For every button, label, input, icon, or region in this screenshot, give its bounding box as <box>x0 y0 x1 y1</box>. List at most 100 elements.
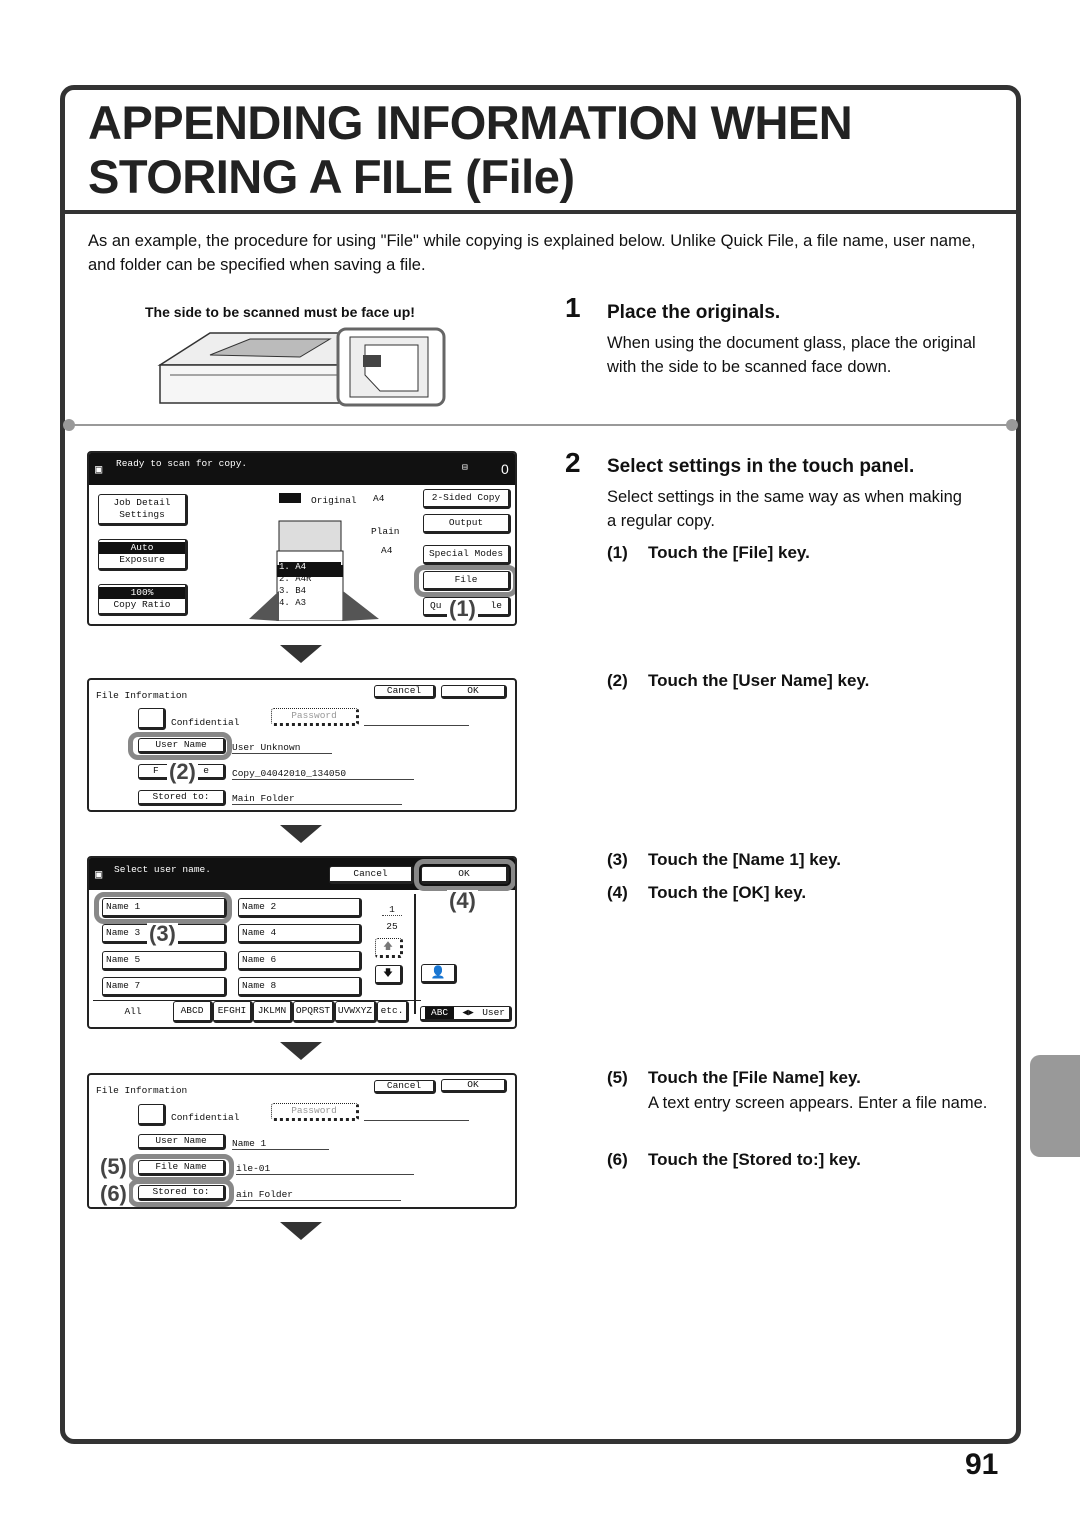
exposure-button[interactable]: Auto Exposure <box>98 539 188 571</box>
highlight-ring <box>94 892 232 924</box>
button-label: Job Detail Settings <box>113 497 171 520</box>
button-label: F <box>153 765 159 777</box>
confidential-checkbox[interactable] <box>138 1104 166 1126</box>
highlight-ring <box>128 732 232 760</box>
substep-text: Touch the [File Name] key. <box>648 1068 861 1087</box>
substep-body: A text entry screen appears. Enter a fil… <box>648 1094 988 1112</box>
name-button[interactable]: Name 4 <box>238 924 362 944</box>
tab-label: EFGHI <box>217 1005 247 1017</box>
name-button[interactable]: Name 6 <box>238 951 362 971</box>
ok-button[interactable]: OK <box>441 685 507 699</box>
button-label: Stored to: <box>152 791 210 803</box>
tab-label: etc. <box>380 1005 404 1017</box>
user-name-button[interactable]: User Name <box>138 1134 226 1150</box>
step-number: 1 <box>565 292 581 323</box>
tray-item[interactable]: 2. A4R <box>279 574 341 586</box>
button-label: User Name <box>155 1135 207 1147</box>
folder-value: Main Folder <box>232 793 402 805</box>
scroll-down-button[interactable]: 🡇 <box>375 965 403 985</box>
copy-touch-panel: ▣ Ready to scan for copy. ⊟ 0 Job Detail… <box>87 451 517 626</box>
button-label: Password <box>291 1105 337 1117</box>
button-label: OK <box>467 685 479 697</box>
job-detail-settings-button[interactable]: Job Detail Settings <box>98 494 188 526</box>
file-name-value: Copy_04042010_134050 <box>232 768 414 780</box>
step-title: Select settings in the touch panel. <box>607 456 915 477</box>
exposure-label: Exposure <box>119 554 165 565</box>
document-icon: ▣ <box>95 463 103 477</box>
substep-text: Touch the [User Name] key. <box>648 671 870 690</box>
tray-item[interactable]: 1. A4 <box>279 562 341 574</box>
index-tabs: All ABCD EFGHI JKLMN OPQRST UVWXYZ etc. <box>93 1000 421 1024</box>
title-line-2: STORING A FILE (File) <box>88 150 575 203</box>
two-sided-copy-button[interactable]: 2-Sided Copy <box>423 489 511 509</box>
abc-user-toggle[interactable]: ABC ◀▶ User <box>420 1006 512 1022</box>
confidential-label: Confidential <box>171 717 240 728</box>
ok-button[interactable]: OK <box>441 1079 507 1093</box>
substep-number: (5) <box>607 1068 628 1087</box>
password-button[interactable]: Password <box>271 708 359 726</box>
tab-all[interactable]: All <box>93 1001 173 1023</box>
tab-opqrst[interactable]: OPQRST <box>293 1001 335 1023</box>
divider-end-dot <box>63 419 75 431</box>
copy-ratio-button[interactable]: 100% Copy Ratio <box>98 584 188 616</box>
password-button[interactable]: Password <box>271 1103 359 1121</box>
tab-uvwxyz[interactable]: UVWXYZ <box>335 1001 377 1023</box>
stored-to-button[interactable]: Stored to: <box>138 790 226 806</box>
name-button[interactable]: Name 2 <box>238 898 362 918</box>
name-button[interactable]: Name 5 <box>102 951 227 971</box>
button-label: Cancel <box>386 685 422 697</box>
tab-efghi[interactable]: EFGHI <box>213 1001 253 1023</box>
tray-item[interactable]: 4. A3 <box>279 598 341 610</box>
tray-size: A4 <box>295 562 307 572</box>
copy-count: 0 <box>501 461 509 477</box>
user-register-icon[interactable]: 👤 <box>421 964 457 984</box>
chapter-tab <box>1030 1055 1080 1157</box>
special-modes-button[interactable]: Special Modes <box>423 545 511 565</box>
arrow-down-icon <box>280 825 322 843</box>
button-label: Name 4 <box>242 927 277 939</box>
substep-number: (4) <box>607 883 628 902</box>
cancel-button[interactable]: Cancel <box>374 1080 436 1094</box>
name-button[interactable]: Name 8 <box>238 977 362 997</box>
substep-number: (6) <box>607 1150 628 1169</box>
step-body: Select settings in the same way as when … <box>607 488 962 530</box>
tab-abcd[interactable]: ABCD <box>173 1001 213 1023</box>
callout-number: (6) <box>98 1181 129 1206</box>
page-title: APPENDING INFORMATION WHEN STORING A FILE… <box>88 96 853 204</box>
substep-text: Touch the [Stored to:] key. <box>648 1150 861 1169</box>
button-label: Name 5 <box>106 954 141 966</box>
tab-jklmn[interactable]: JKLMN <box>253 1001 293 1023</box>
file-information-panel: File Information Cancel OK Confidential … <box>87 678 517 812</box>
user-name-value: User Unknown <box>232 742 332 754</box>
substep-number: (1) <box>607 543 628 562</box>
highlight-ring <box>414 859 515 891</box>
output-button[interactable]: Output <box>423 514 511 534</box>
scroll-up-button[interactable]: 🡅 <box>375 938 403 958</box>
highlight-ring <box>128 1154 234 1182</box>
button-label: Name 3 <box>106 927 141 939</box>
substep-text: Touch the [OK] key. <box>648 883 807 902</box>
button-label: 2-Sided Copy <box>431 492 501 504</box>
tab-etc[interactable]: etc. <box>377 1001 409 1023</box>
step-number: 2 <box>565 447 581 478</box>
button-label: Name 7 <box>106 980 141 992</box>
status-message: Ready to scan for copy. <box>116 458 248 469</box>
select-user-panel: ▣ Select user name. Cancel OK Name 1 Nam… <box>87 856 517 1029</box>
tray-size: B4 <box>295 586 307 596</box>
name-button[interactable]: Name 7 <box>102 977 227 997</box>
button-label: Name 2 <box>242 901 277 913</box>
tray-number: 3. <box>279 586 290 596</box>
arrow-down-icon <box>280 1042 322 1060</box>
file-information-panel: File Information Cancel OK Confidential … <box>87 1073 517 1209</box>
step-body: When using the document glass, place the… <box>607 334 976 376</box>
cancel-button[interactable]: Cancel <box>329 866 414 884</box>
button-label: Name 6 <box>242 954 277 966</box>
confidential-checkbox[interactable] <box>138 708 166 730</box>
divider-end-dot <box>1006 419 1018 431</box>
cancel-button[interactable]: Cancel <box>374 685 436 699</box>
arrow-down-icon <box>280 645 322 663</box>
substep-number: (3) <box>607 850 628 869</box>
callout-number: (4) <box>447 888 478 913</box>
tray-item[interactable]: 3. B4 <box>279 586 341 598</box>
button-label: Name 8 <box>242 980 277 992</box>
